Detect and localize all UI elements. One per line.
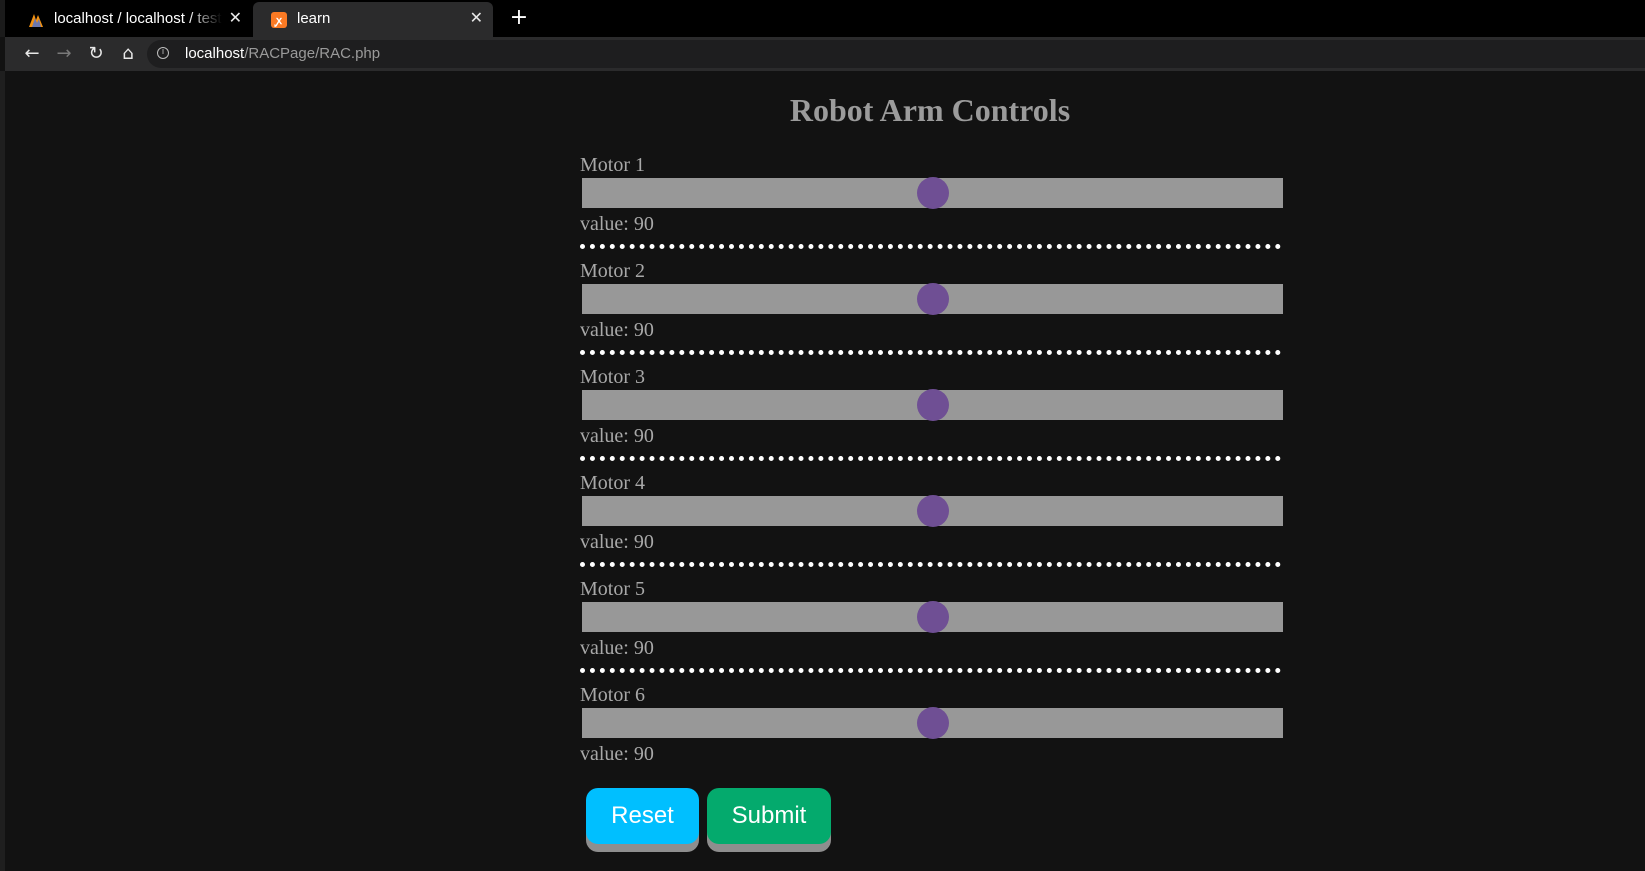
motor-value: value: 90	[580, 425, 654, 447]
motor-control: Motor 2 value: 90	[580, 259, 1285, 365]
motor-slider[interactable]	[582, 495, 1283, 527]
divider	[580, 562, 1281, 567]
motor-slider[interactable]	[582, 389, 1283, 421]
address-bar[interactable]: i localhost/RACPage/RAC.php	[147, 40, 1645, 68]
url-host: localhost	[185, 45, 245, 62]
browser-tab-bar: localhost / localhost / test ✕ ꭙ learn ✕…	[0, 0, 1645, 37]
window-edge	[0, 71, 5, 871]
motor-label: Motor 3	[580, 366, 645, 388]
motor-label: Motor 2	[580, 260, 645, 282]
slider-thumb[interactable]	[916, 707, 949, 739]
svg-text:ꭙ: ꭙ	[274, 14, 283, 27]
motor-control: Motor 3 value: 90	[580, 365, 1285, 471]
slider-thumb[interactable]	[916, 495, 949, 527]
home-icon[interactable]: ⌂	[114, 40, 142, 68]
motor-value: value: 90	[580, 743, 654, 765]
xampp-icon: ꭙ	[271, 12, 287, 28]
motor-slider[interactable]	[582, 601, 1283, 633]
motor-control: Motor 4 value: 90	[580, 471, 1285, 577]
browser-toolbar: ← → ↻ ⌂ i localhost/RACPage/RAC.php	[5, 37, 1645, 71]
divider	[580, 456, 1281, 461]
motor-slider[interactable]	[582, 707, 1283, 739]
close-tab-icon[interactable]: ✕	[470, 2, 483, 36]
reload-icon[interactable]: ↻	[82, 40, 110, 68]
motor-control: Motor 6 value: 90	[580, 683, 1285, 789]
motor-value: value: 90	[580, 637, 654, 659]
forward-icon[interactable]: →	[50, 40, 78, 68]
slider-thumb[interactable]	[916, 389, 949, 421]
slider-thumb[interactable]	[916, 177, 949, 209]
motor-label: Motor 6	[580, 684, 645, 706]
back-icon[interactable]: ←	[18, 40, 46, 68]
motor-slider[interactable]	[582, 177, 1283, 209]
window-edge	[0, 0, 5, 37]
tab-learn[interactable]: ꭙ learn ✕	[253, 2, 493, 37]
motor-value: value: 90	[580, 213, 654, 235]
tab-title: learn	[297, 10, 331, 27]
phpmyadmin-icon	[29, 14, 43, 27]
reset-button[interactable]: Reset	[586, 788, 699, 844]
motor-value: value: 90	[580, 319, 654, 341]
url-text: localhost/RACPage/RAC.php	[185, 40, 380, 68]
page-title: Robot Arm Controls	[789, 92, 1071, 128]
close-tab-icon[interactable]: ✕	[229, 2, 242, 36]
motor-label: Motor 5	[580, 578, 645, 600]
motor-label: Motor 1	[580, 154, 645, 176]
divider	[580, 668, 1281, 673]
motor-slider[interactable]	[582, 283, 1283, 315]
motor-label: Motor 4	[580, 472, 645, 494]
site-info-icon[interactable]: i	[157, 47, 169, 59]
divider	[580, 244, 1281, 249]
tab-title: localhost / localhost / test	[54, 10, 222, 27]
motor-control: Motor 1 value: 90	[580, 153, 1285, 259]
submit-button[interactable]: Submit	[707, 788, 831, 844]
slider-thumb[interactable]	[916, 283, 949, 315]
motor-value: value: 90	[580, 531, 654, 553]
motor-control: Motor 5 value: 90	[580, 577, 1285, 683]
tab-phpmyadmin[interactable]: localhost / localhost / test ✕	[10, 2, 252, 37]
slider-thumb[interactable]	[916, 601, 949, 633]
divider	[580, 350, 1281, 355]
new-tab-button[interactable]: +	[505, 4, 533, 32]
url-path: /RACPage/RAC.php	[244, 45, 381, 62]
